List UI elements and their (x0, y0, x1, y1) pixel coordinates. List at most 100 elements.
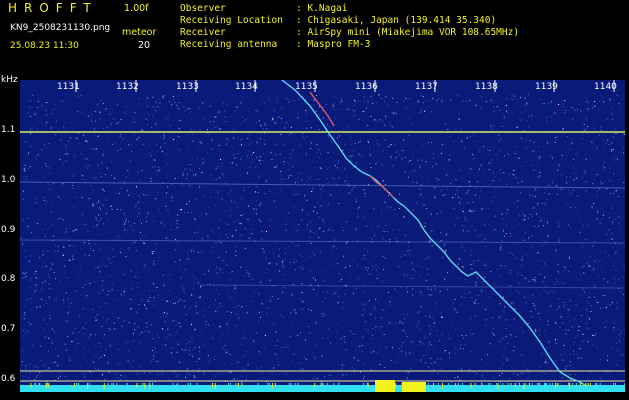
noise-speck (258, 174, 260, 176)
noise-speck (39, 306, 41, 308)
noise-speck (290, 157, 292, 159)
noise-speck (471, 297, 473, 299)
noise-speck (502, 338, 504, 340)
noise-speck (599, 222, 601, 224)
noise-speck (86, 141, 88, 143)
noise-speck (552, 158, 553, 160)
noise-speck (227, 206, 229, 208)
noise-speck (26, 154, 28, 156)
noise-speck (506, 382, 508, 384)
noise-speck (69, 359, 71, 361)
noise-speck (564, 100, 566, 102)
noise-speck (235, 250, 237, 252)
noise-speck (461, 335, 463, 337)
noise-speck (182, 348, 183, 350)
noise-speck (297, 177, 299, 179)
noise-speck (322, 337, 324, 339)
noise-speck (199, 226, 200, 228)
noise-speck (385, 346, 387, 348)
noise-speck (592, 245, 594, 247)
noise-speck (74, 327, 76, 329)
noise-speck (446, 188, 448, 190)
noise-speck (578, 257, 580, 259)
noise-speck (476, 235, 478, 237)
noise-speck (67, 140, 69, 142)
noise-speck (72, 187, 74, 189)
noise-speck (470, 168, 472, 170)
noise-speck (179, 299, 181, 301)
noise-speck (462, 266, 464, 268)
noise-speck (338, 177, 340, 179)
noise-speck (524, 215, 526, 217)
noise-speck (266, 128, 268, 130)
noise-speck (405, 333, 407, 335)
noise-speck (519, 215, 520, 217)
noise-speck (602, 214, 604, 216)
noise-speck (525, 148, 527, 149)
noise-speck (119, 247, 121, 249)
noise-speck (382, 150, 384, 152)
noise-speck (269, 109, 271, 111)
noise-speck (533, 141, 535, 143)
noise-speck (169, 252, 171, 254)
noise-speck (305, 110, 307, 112)
noise-speck (295, 226, 296, 228)
noise-speck (401, 362, 403, 364)
noise-speck (583, 129, 585, 131)
noise-speck (134, 322, 136, 324)
noise-speck (86, 168, 88, 170)
noise-speck (466, 137, 468, 139)
noise-speck (218, 111, 220, 113)
noise-speck (175, 249, 177, 251)
noise-speck (113, 256, 114, 258)
noise-speck (454, 308, 456, 310)
noise-speck (483, 145, 485, 147)
strip-tick (297, 383, 299, 387)
noise-speck (391, 322, 393, 324)
noise-speck (190, 292, 192, 294)
noise-speck (184, 168, 186, 170)
noise-speck (216, 272, 218, 274)
noise-speck (576, 213, 578, 215)
noise-speck (598, 260, 600, 262)
noise-speck (558, 206, 560, 208)
noise-speck (98, 214, 100, 216)
antenna-label: Receiving antenna (180, 39, 278, 50)
noise-speck (436, 99, 438, 101)
noise-speck (100, 233, 102, 235)
noise-speck (201, 251, 203, 253)
noise-speck (445, 249, 447, 251)
noise-speck (108, 169, 110, 171)
noise-speck (565, 368, 567, 370)
noise-speck (165, 344, 167, 346)
noise-speck (362, 350, 363, 352)
noise-speck (246, 272, 248, 274)
noise-speck (154, 221, 155, 223)
noise-speck (561, 322, 563, 324)
noise-speck (52, 204, 54, 206)
noise-speck (130, 308, 132, 310)
noise-speck (203, 371, 205, 373)
noise-speck (251, 161, 253, 163)
noise-speck (477, 295, 479, 296)
noise-speck (333, 239, 335, 241)
noise-speck (219, 228, 221, 230)
noise-speck (330, 374, 332, 376)
noise-speck (110, 205, 112, 207)
noise-speck (492, 180, 494, 181)
noise-speck (385, 118, 387, 120)
noise-speck (287, 346, 289, 348)
noise-speck (570, 361, 572, 363)
noise-speck (452, 197, 454, 199)
noise-speck (311, 160, 313, 162)
noise-speck (402, 342, 404, 344)
noise-speck (148, 301, 150, 302)
noise-speck (260, 156, 262, 158)
noise-speck (315, 254, 317, 256)
noise-speck (505, 213, 507, 214)
noise-speck (290, 175, 292, 177)
noise-speck (285, 330, 287, 332)
noise-speck (197, 245, 199, 247)
noise-speck (478, 168, 480, 170)
noise-speck (327, 320, 329, 322)
